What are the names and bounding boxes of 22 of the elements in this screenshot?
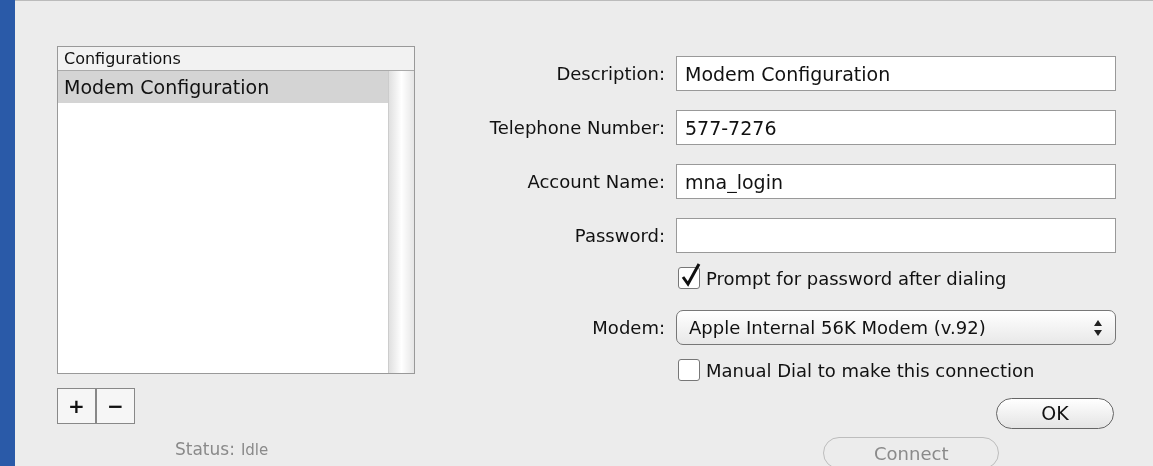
field-label: Account Name: [526,170,665,194]
status-label: Status: [175,438,235,461]
checkbox[interactable] [678,359,700,381]
field-label: Modem: [591,316,665,340]
ok-button[interactable]: OK [996,398,1114,429]
checkmark-icon [680,262,702,288]
checkbox-label: Prompt for password after dialing [706,266,1007,291]
field-label: Telephone Number: [488,116,665,140]
add-button[interactable]: + [57,388,96,424]
up-down-arrows-icon [1093,318,1103,337]
status-value: Idle [240,440,269,461]
text-field[interactable]: mna_login [676,164,1116,199]
list-header: Configurations [58,47,414,71]
checkbox-label: Manual Dial to make this connection [706,358,1035,383]
field-label: Description: [555,62,665,86]
field-label: Password: [573,224,665,248]
text-field[interactable]: Modem Configuration [676,56,1116,91]
remove-button[interactable]: − [96,388,135,424]
text-field[interactable]: 577-7276 [676,110,1116,145]
text-field[interactable] [676,218,1116,253]
modem-popup[interactable]: Apple Internal 56K Modem (v.92) [676,310,1116,345]
list-item[interactable]: Modem Configuration [58,71,388,103]
